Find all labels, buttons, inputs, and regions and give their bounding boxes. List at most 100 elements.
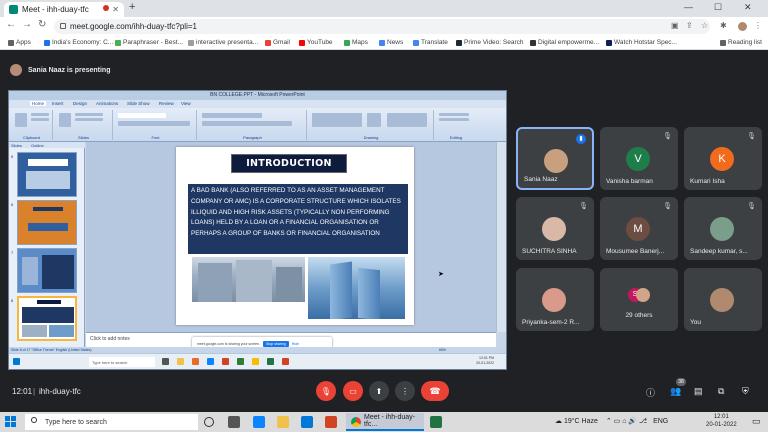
slide-thumbnail: [17, 200, 77, 245]
ppt-tab: Animations: [96, 101, 119, 106]
notifications-icon[interactable]: ▭: [752, 416, 761, 427]
bookmark-item[interactable]: Watch Hotstar Spec...: [606, 39, 677, 46]
participant-count: 38: [676, 378, 686, 386]
participant-tile[interactable]: 🎙 Sandeep kumar, s...: [684, 197, 762, 260]
bookmark-item[interactable]: YouTube: [299, 39, 333, 46]
maximize-button[interactable]: ☐: [714, 2, 722, 13]
participant-tile[interactable]: S 29 others: [600, 268, 678, 331]
participant-tile[interactable]: K 🎙 Kumari Isha: [684, 127, 762, 190]
bookmark-item[interactable]: Maps: [344, 39, 368, 46]
stop-sharing-button: Stop sharing: [263, 340, 289, 347]
participant-tile[interactable]: M 🎙 Mousumee Banerj...: [600, 197, 678, 260]
taskbar-meet-window[interactable]: Meet - ihh-duay-tfc...: [346, 413, 424, 431]
bookmark-item[interactable]: Gmail: [265, 39, 290, 46]
tray-icons[interactable]: ⌃ ▭ ⌂ 🔊 ⎇: [606, 418, 647, 425]
translate-icon: [413, 39, 419, 46]
ppt-slide-canvas: INTRODUCTION A BAD BANK (ALSO REFERRED T…: [86, 142, 496, 332]
zoom-level: 66%: [439, 348, 447, 352]
bookmark-item[interactable]: interactive presenta...: [188, 39, 258, 46]
weather-text[interactable]: 19°C Haze: [564, 418, 598, 425]
people-icon[interactable]: 👥: [670, 386, 681, 397]
present-now-button[interactable]: ⬆: [369, 381, 389, 401]
extensions-icon[interactable]: ✱: [720, 21, 727, 30]
participant-name: Vanisha barman: [606, 178, 653, 185]
chrome-icon: [351, 417, 361, 427]
building-photo-left: [192, 257, 305, 302]
end-call-button[interactable]: ☎: [421, 381, 449, 401]
windows-start-icon: [13, 358, 20, 365]
bookmark-item[interactable]: Translate: [413, 39, 448, 46]
ribbon-group-paragraph: Paragraph: [199, 110, 307, 140]
news-icon: [379, 39, 385, 46]
site-icon: [188, 39, 194, 46]
url-text: meet.google.com/ihh-duay-tfc?pli=1: [70, 22, 197, 31]
bookmark-item[interactable]: Prime Video: Search: [456, 39, 524, 46]
chat-icon[interactable]: ▤: [694, 386, 703, 397]
language-indicator[interactable]: ENG: [653, 418, 668, 425]
shared-clock: 12:01 PM 20-01-2022: [476, 356, 494, 365]
windows-search-box[interactable]: Type here to search: [25, 414, 198, 430]
participant-avatar: [542, 217, 566, 241]
powerpoint-icon: [222, 358, 229, 365]
participant-tile[interactable]: You: [684, 268, 762, 331]
edge-icon[interactable]: [253, 416, 265, 428]
apps-grid-icon: [8, 39, 14, 46]
store-icon[interactable]: [301, 416, 313, 428]
app-icon: [192, 358, 199, 365]
participant-tile[interactable]: Priyanka-sem-2 R...: [516, 268, 594, 331]
participant-name: 29 others: [625, 312, 653, 319]
shared-windows-taskbar: Type here to search 12:01 PM 20-01-2022: [9, 353, 506, 369]
presenter-avatar: [10, 64, 22, 76]
slide-body-text: A BAD BANK (ALSO REFERRED TO AS AN ASSET…: [188, 184, 408, 254]
lock-icon: [60, 23, 66, 29]
cortana-icon[interactable]: [204, 417, 214, 427]
profile-avatar[interactable]: [738, 22, 747, 31]
camera-off-button[interactable]: ▭: [343, 381, 363, 401]
browser-menu-icon[interactable]: ⋮: [754, 21, 762, 30]
bookmark-item[interactable]: News: [379, 39, 403, 46]
back-button[interactable]: ←: [6, 19, 16, 30]
bookmark-item[interactable]: Paraphraser - Best...: [115, 39, 183, 46]
slides-outline-tabs: Slides Outline: [9, 142, 85, 148]
taskbar-clock[interactable]: 12:01 20-01-2022: [706, 413, 737, 429]
youtube-icon: [299, 39, 305, 46]
mic-muted-icon: 🎙: [579, 203, 588, 210]
camera-icon[interactable]: ▣: [671, 21, 679, 30]
edge-icon: [207, 358, 214, 365]
close-window-button[interactable]: ✕: [744, 2, 752, 13]
participant-tile[interactable]: ▮ Sania Naaz: [516, 127, 594, 190]
address-bar-row: ← → ↻ meet.google.com/ihh-duay-tfc?pli=1…: [0, 17, 768, 36]
excel-icon[interactable]: [430, 416, 442, 428]
powerpoint-icon[interactable]: [325, 416, 337, 428]
file-explorer-icon[interactable]: [277, 416, 289, 428]
meet-stage: Sania Naaz is presenting BN COLLEGE.PPT …: [0, 50, 768, 412]
reading-list[interactable]: Reading list: [720, 39, 762, 46]
ppt-tab: Home: [30, 101, 47, 106]
bookmark-apps[interactable]: Apps: [8, 39, 31, 46]
meeting-details-icon[interactable]: ⓘ: [646, 386, 655, 399]
file-explorer-icon: [177, 358, 184, 365]
mic-muted-icon: 🎙: [747, 133, 756, 140]
mic-muted-icon: 🎙: [747, 203, 756, 210]
mic-off-button[interactable]: 🎙: [316, 381, 336, 401]
participant-tile[interactable]: 🎙 SUCHITRA SINHA: [516, 197, 594, 260]
ppt-window-title: BN COLLEGE.PPT - Microsoft PowerPoint: [9, 91, 506, 100]
bookmark-star-icon[interactable]: ☆: [701, 21, 708, 30]
reload-button[interactable]: ↻: [38, 19, 46, 30]
minimize-button[interactable]: —: [684, 2, 693, 12]
ppt-tab: Slide Show: [127, 101, 150, 106]
more-options-button[interactable]: ⋮: [395, 381, 415, 401]
bookmark-item[interactable]: Digital empowerme...: [530, 39, 599, 46]
bookmark-item[interactable]: India's Economy: C...: [44, 39, 113, 46]
windows-start-button[interactable]: [5, 416, 17, 428]
share-icon[interactable]: ⇪: [686, 21, 693, 30]
host-controls-icon[interactable]: ⛨: [742, 386, 749, 397]
address-bar[interactable]: meet.google.com/ihh-duay-tfc?pli=1: [54, 19, 710, 34]
forward-button[interactable]: →: [22, 19, 32, 30]
maps-icon: [344, 39, 350, 46]
participant-tile[interactable]: V 🎙 Vanisha barman: [600, 127, 678, 190]
new-tab-button[interactable]: +: [129, 1, 135, 13]
close-tab-icon[interactable]: ✕: [112, 5, 119, 14]
task-view-icon[interactable]: [228, 416, 240, 428]
activities-icon[interactable]: ⧉: [718, 386, 724, 397]
